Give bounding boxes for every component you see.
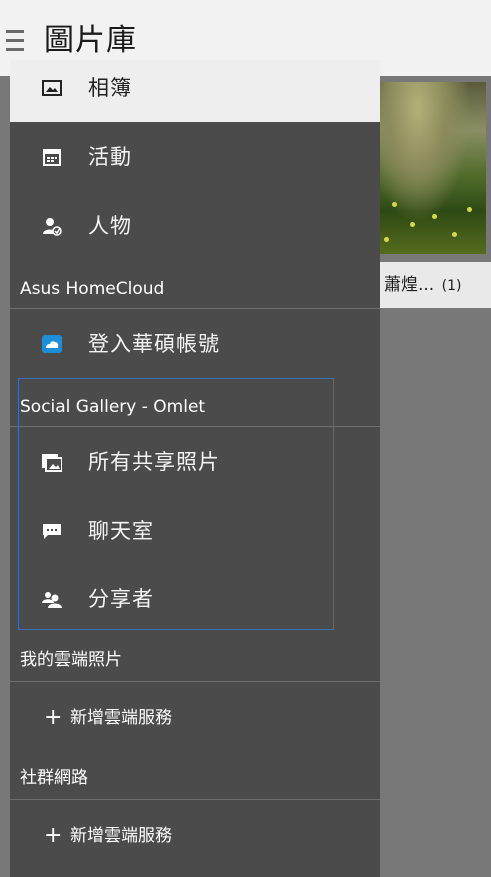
drawer-item-asus-login[interactable]: 登入華碩帳號 [10, 313, 380, 375]
album-caption[interactable]: 蕭煌... (1) [372, 262, 491, 308]
drawer-item-label: 登入華碩帳號 [88, 332, 220, 356]
drawer-item-events[interactable]: 活動 [10, 126, 380, 188]
add-cloud-service-label: 新增雲端服務 [70, 708, 172, 728]
navigation-drawer: 相簿 活動 人物 Asus HomeCloud 登入華碩帳號 Social Ga… [10, 60, 380, 877]
add-cloud-service-button[interactable]: + 新增雲端服務 [10, 687, 380, 749]
app-title: 圖片庫 [44, 23, 137, 58]
drawer-item-all-shared-photos[interactable]: 所有共享照片 [10, 431, 380, 493]
plus-icon: + [44, 705, 63, 730]
album-thumbnail[interactable] [372, 82, 486, 254]
drawer-item-label: 相簿 [88, 76, 132, 100]
drawer-item-label: 人物 [88, 214, 132, 238]
section-header-homecloud: Asus HomeCloud [20, 279, 165, 299]
person-icon [43, 218, 62, 236]
menu-icon[interactable] [6, 30, 24, 52]
cloud-login-icon [42, 335, 62, 353]
drawer-item-label: 活動 [88, 145, 132, 169]
section-header-social-network: 社群網路 [20, 768, 88, 788]
section-header-social-gallery: Social Gallery - Omlet [20, 397, 206, 417]
divider [10, 426, 380, 427]
drawer-item-label: 分享者 [88, 587, 154, 611]
divider [10, 681, 380, 682]
album-name: 蕭煌... [384, 275, 435, 295]
add-social-service-label: 新增雲端服務 [70, 826, 172, 846]
drawer-item-albums[interactable]: 相簿 [10, 60, 380, 122]
chat-icon [43, 524, 61, 539]
section-header-my-cloud-photos: 我的雲端照片 [20, 650, 122, 670]
album-count: (1) [441, 278, 462, 294]
plus-icon: + [44, 823, 63, 848]
divider [10, 799, 380, 800]
drawer-item-label: 所有共享照片 [88, 450, 220, 474]
drawer-item-label: 聊天室 [88, 519, 154, 543]
shared-photos-icon [42, 454, 62, 472]
drawer-item-people[interactable]: 人物 [10, 195, 380, 257]
drawer-item-sharers[interactable]: 分享者 [10, 568, 380, 630]
add-social-service-button[interactable]: + 新增雲端服務 [10, 805, 380, 867]
drawer-item-chat-room[interactable]: 聊天室 [10, 500, 380, 562]
photo-album-icon [42, 80, 62, 96]
calendar-icon [43, 149, 61, 166]
sharers-icon [42, 592, 62, 608]
divider [10, 308, 380, 309]
